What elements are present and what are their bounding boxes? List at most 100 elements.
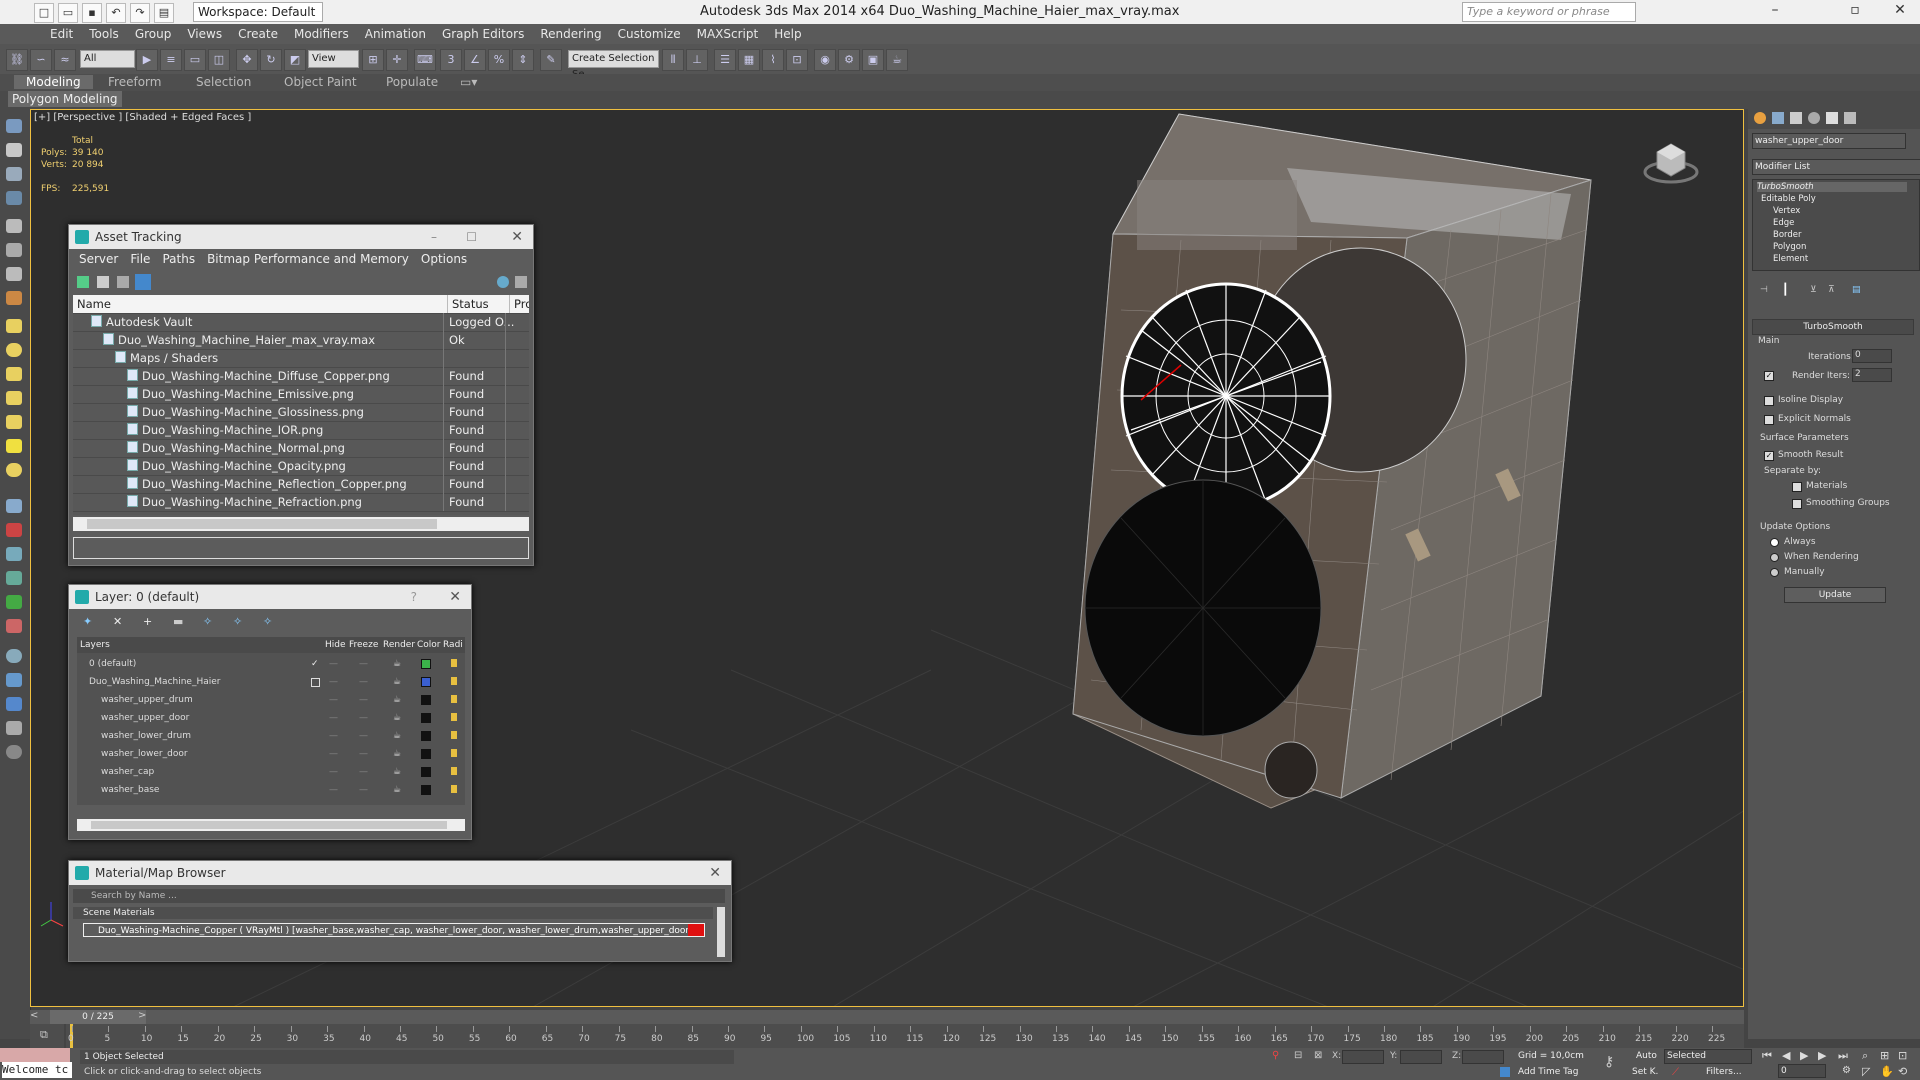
tab-modeling[interactable]: Modeling [14, 75, 93, 89]
key-mode-icon[interactable]: ⟋ [1672, 1067, 1679, 1078]
menu-bitmap-performance[interactable]: Bitmap Performance and Memory [201, 249, 415, 269]
time-slider[interactable]: < 0 / 225 > [30, 1010, 1744, 1024]
hierarchy-icon[interactable] [6, 523, 22, 537]
schematic-view-icon[interactable]: ⊡ [786, 49, 808, 71]
smooth-result-checkbox[interactable]: ✓ [1764, 451, 1774, 461]
select-in-layer-icon[interactable]: ▬ [173, 615, 183, 628]
create-cameras-icon[interactable] [6, 191, 22, 205]
configure-sets-icon[interactable]: ▤ [1852, 285, 1861, 295]
tab-object-paint[interactable]: Object Paint [284, 75, 357, 89]
radiosity-icon[interactable] [451, 677, 457, 685]
radiosity-icon[interactable] [451, 695, 457, 703]
layer-freeze-toggle[interactable]: — [359, 727, 368, 745]
x-coordinate-field[interactable] [1342, 1050, 1384, 1064]
prev-frame-icon[interactable]: < [30, 1010, 44, 1024]
layer-hide-toggle[interactable]: — [329, 655, 338, 673]
explicit-normals-checkbox[interactable] [1764, 415, 1774, 425]
tab-selection[interactable]: Selection [196, 75, 251, 89]
col-radiosity[interactable]: Radi [443, 637, 463, 653]
asset-row[interactable]: Duo_Washing-Machine_Normal.png Found [73, 439, 529, 458]
layer-hide-toggle[interactable]: — [329, 691, 338, 709]
menu-group[interactable]: Group [127, 24, 180, 44]
asset-row[interactable]: Duo_Washing-Machine_Emissive.png Found [73, 385, 529, 404]
radiosity-icon[interactable] [451, 785, 457, 793]
asset-row[interactable]: Maps / Shaders [73, 349, 529, 368]
modifier-stack-item[interactable]: Editable Poly [1761, 194, 1816, 204]
layer-color-swatch[interactable] [421, 695, 431, 705]
asset-row[interactable]: Duo_Washing-Machine_Reflection_Copper.pn… [73, 475, 529, 494]
torus-icon[interactable] [6, 391, 22, 405]
viewport-label[interactable]: [+] [Perspective ] [Shaded + Edged Faces… [34, 112, 251, 123]
menu-modifiers[interactable]: Modifiers [286, 24, 357, 44]
layer-window-titlebar[interactable]: Layer: 0 (default) ? ✕ [69, 585, 471, 609]
menu-help[interactable]: Help [766, 24, 809, 44]
render-icon[interactable]: ☕ [393, 745, 401, 763]
modifier-stack-item[interactable]: Edge [1773, 218, 1794, 228]
create-shapes-icon[interactable] [6, 143, 22, 157]
menu-views[interactable]: Views [179, 24, 230, 44]
select-by-name-icon[interactable]: ≡ [160, 49, 182, 71]
set-key-button[interactable]: Set K. [1632, 1067, 1658, 1077]
filters-button[interactable]: Filters... [1706, 1067, 1742, 1077]
help-icon[interactable] [497, 276, 509, 288]
render-icon[interactable]: ☕ [393, 763, 401, 781]
globe-icon[interactable] [6, 649, 22, 663]
asset-row[interactable]: Autodesk Vault Logged O... [73, 313, 529, 332]
close-icon[interactable]: ✕ [449, 585, 461, 609]
layer-hide-toggle[interactable]: — [329, 763, 338, 781]
close-icon[interactable]: ✕ [709, 861, 721, 885]
go-to-end-icon[interactable]: ⏭ [1838, 1049, 1848, 1063]
layer-freeze-toggle[interactable]: — [359, 781, 368, 799]
modifier-stack-item[interactable]: Vertex [1773, 206, 1800, 216]
material-item[interactable]: Duo_Washing-Machine_Copper ( VRayMtl ) [… [83, 923, 705, 937]
layer-hide-toggle[interactable]: — [329, 727, 338, 745]
menu-options[interactable]: Options [415, 249, 473, 269]
menu-maxscript[interactable]: MAXScript [689, 24, 767, 44]
next-key-icon[interactable]: ▶ [1818, 1049, 1826, 1062]
scene-materials-header[interactable]: Scene Materials [73, 907, 713, 919]
asset-row[interactable]: Duo_Washing-Machine_IOR.png Found [73, 421, 529, 440]
motion-tab-icon[interactable] [1808, 112, 1820, 124]
track-bar[interactable]: 0 5 10 15 20 25 30 35 40 45 50 55 60 65 70 75 80 85 90 95 10… [66, 1024, 1744, 1048]
hierarchy-tab-icon[interactable] [1790, 112, 1802, 124]
link-icon[interactable]: ⛓ [6, 49, 28, 71]
zoom-all-icon[interactable]: ⊞ [1880, 1049, 1889, 1062]
layer-hide-toggle[interactable]: — [329, 781, 338, 799]
new-icon[interactable]: □ [34, 3, 54, 23]
settings-icon[interactable] [515, 276, 527, 288]
script-icon[interactable] [6, 673, 22, 687]
ribbon-polygon-modeling[interactable]: Polygon Modeling [8, 91, 122, 107]
prev-key-icon[interactable]: ◀ [1782, 1049, 1790, 1062]
cone-icon[interactable] [6, 415, 22, 429]
layer-color-swatch[interactable] [421, 713, 431, 723]
search-input[interactable]: Type a keyword or phrase [1462, 2, 1636, 22]
layer-hide-toggle[interactable]: — [329, 745, 338, 763]
col-layers[interactable]: Layers [80, 637, 110, 653]
save-icon[interactable]: ▪ [82, 3, 102, 23]
radiosity-icon[interactable] [451, 749, 457, 757]
layer-freeze-toggle[interactable]: — [359, 691, 368, 709]
col-freeze[interactable]: Freeze [349, 637, 378, 653]
asset-row[interactable]: Duo_Washing_Machine_Haier_max_vray.max Ok [73, 331, 529, 350]
layer-freeze-toggle[interactable]: — [359, 655, 368, 673]
layer-color-swatch[interactable] [421, 659, 431, 669]
layer-scrollbar[interactable] [77, 819, 465, 831]
render-icon[interactable]: ☕ [393, 727, 401, 745]
col-status[interactable]: Status [447, 295, 489, 313]
layer-hide-toggle[interactable]: — [329, 709, 338, 727]
menu-paths[interactable]: Paths [156, 249, 201, 269]
layer-row[interactable]: washer_lower_drum — — ☕ [77, 727, 465, 745]
make-unique-icon[interactable]: ⊻ [1810, 285, 1817, 295]
material-browser-titlebar[interactable]: Material/Map Browser ✕ [69, 861, 731, 885]
manually-radio[interactable] [1770, 568, 1779, 577]
col-proxy[interactable]: Prox [509, 295, 529, 313]
project-folder-icon[interactable]: ▤ [154, 3, 174, 23]
ribbon-options-icon[interactable]: ▭▾ [460, 75, 477, 89]
workspace-dropdown[interactable]: Workspace: Default [193, 2, 323, 22]
minimize-icon[interactable]: – [1760, 2, 1790, 22]
field-of-view-icon[interactable]: ◸ [1862, 1065, 1870, 1078]
remove-modifier-icon[interactable]: ⊼ [1828, 285, 1835, 295]
turbosmooth-rollout-header[interactable]: TurboSmooth [1752, 319, 1914, 335]
help-icon[interactable]: ? [411, 585, 417, 609]
auto-key-button[interactable]: Auto [1636, 1051, 1657, 1061]
